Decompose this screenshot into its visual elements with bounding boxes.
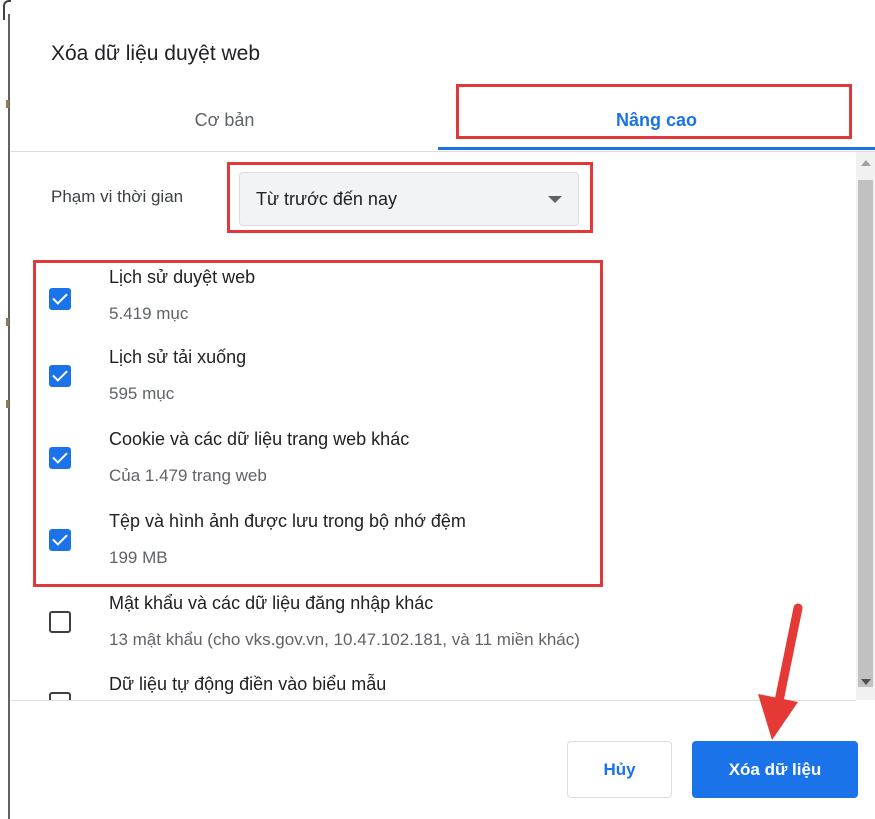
item-subtitle: 5.419 mục xyxy=(109,304,189,323)
item-subtitle: 199 MB xyxy=(109,548,168,567)
item-subtitle: 13 mật khẩu (cho vks.gov.vn, 10.47.102.1… xyxy=(109,630,580,649)
dialog-title: Xóa dữ liệu duyệt web xyxy=(51,42,261,65)
checkbox-icon[interactable] xyxy=(49,692,71,700)
item-title: Cookie và các dữ liệu trang web khác xyxy=(109,429,410,449)
item-subtitle: 595 mục xyxy=(109,384,175,403)
clear-data-button[interactable]: Xóa dữ liệu xyxy=(692,741,858,798)
scroll-down-icon[interactable] xyxy=(861,679,871,685)
tab-advanced[interactable]: Nâng cao xyxy=(438,90,875,150)
checkbox-icon[interactable] xyxy=(49,611,71,633)
item-passwords[interactable]: Mật khẩu và các dữ liệu đăng nhập khác 1… xyxy=(40,590,830,670)
tab-bar: Cơ bản Nâng cao xyxy=(11,90,875,152)
active-tab-indicator xyxy=(438,147,875,150)
caret-down-icon xyxy=(548,196,562,203)
checkbox-icon[interactable] xyxy=(49,288,71,310)
item-cached-files[interactable]: Tệp và hình ảnh được lưu trong bộ nhớ đệ… xyxy=(40,508,830,588)
time-range-select[interactable]: Từ trước đến nay xyxy=(239,172,579,226)
red-arrow-icon xyxy=(758,603,803,740)
tabs-divider xyxy=(11,151,875,152)
item-cookies[interactable]: Cookie và các dữ liệu trang web khác Của… xyxy=(40,426,830,506)
footer-divider xyxy=(11,700,856,701)
item-download-history[interactable]: Lịch sử tải xuống 595 mục xyxy=(40,344,830,424)
scrollbar[interactable] xyxy=(856,152,875,700)
cancel-button[interactable]: Hủy xyxy=(567,741,672,798)
item-title: Mật khẩu và các dữ liệu đăng nhập khác xyxy=(109,593,434,613)
checkbox-icon[interactable] xyxy=(49,529,71,551)
time-range-value: Từ trước đến nay xyxy=(256,188,397,209)
item-autofill[interactable]: Dữ liệu tự động điền vào biểu mẫu xyxy=(40,672,830,700)
item-title: Dữ liệu tự động điền vào biểu mẫu xyxy=(109,674,387,694)
checkbox-icon[interactable] xyxy=(49,447,71,469)
tab-basic[interactable]: Cơ bản xyxy=(11,90,438,150)
item-title: Lịch sử duyệt web xyxy=(109,267,256,287)
scroll-clip: Dữ liệu tự động điền vào biểu mẫu xyxy=(0,672,856,700)
scrollbar-thumb[interactable] xyxy=(858,180,873,687)
item-browsing-history[interactable]: Lịch sử duyệt web 5.419 mục xyxy=(40,262,830,342)
item-subtitle: Của 1.479 trang web xyxy=(109,466,267,485)
scroll-up-icon[interactable] xyxy=(861,160,871,166)
time-range-label: Phạm vi thời gian xyxy=(51,187,184,206)
checkbox-icon[interactable] xyxy=(49,365,71,387)
item-title: Lịch sử tải xuống xyxy=(109,347,247,367)
item-title: Tệp và hình ảnh được lưu trong bộ nhớ đệ… xyxy=(109,511,466,531)
